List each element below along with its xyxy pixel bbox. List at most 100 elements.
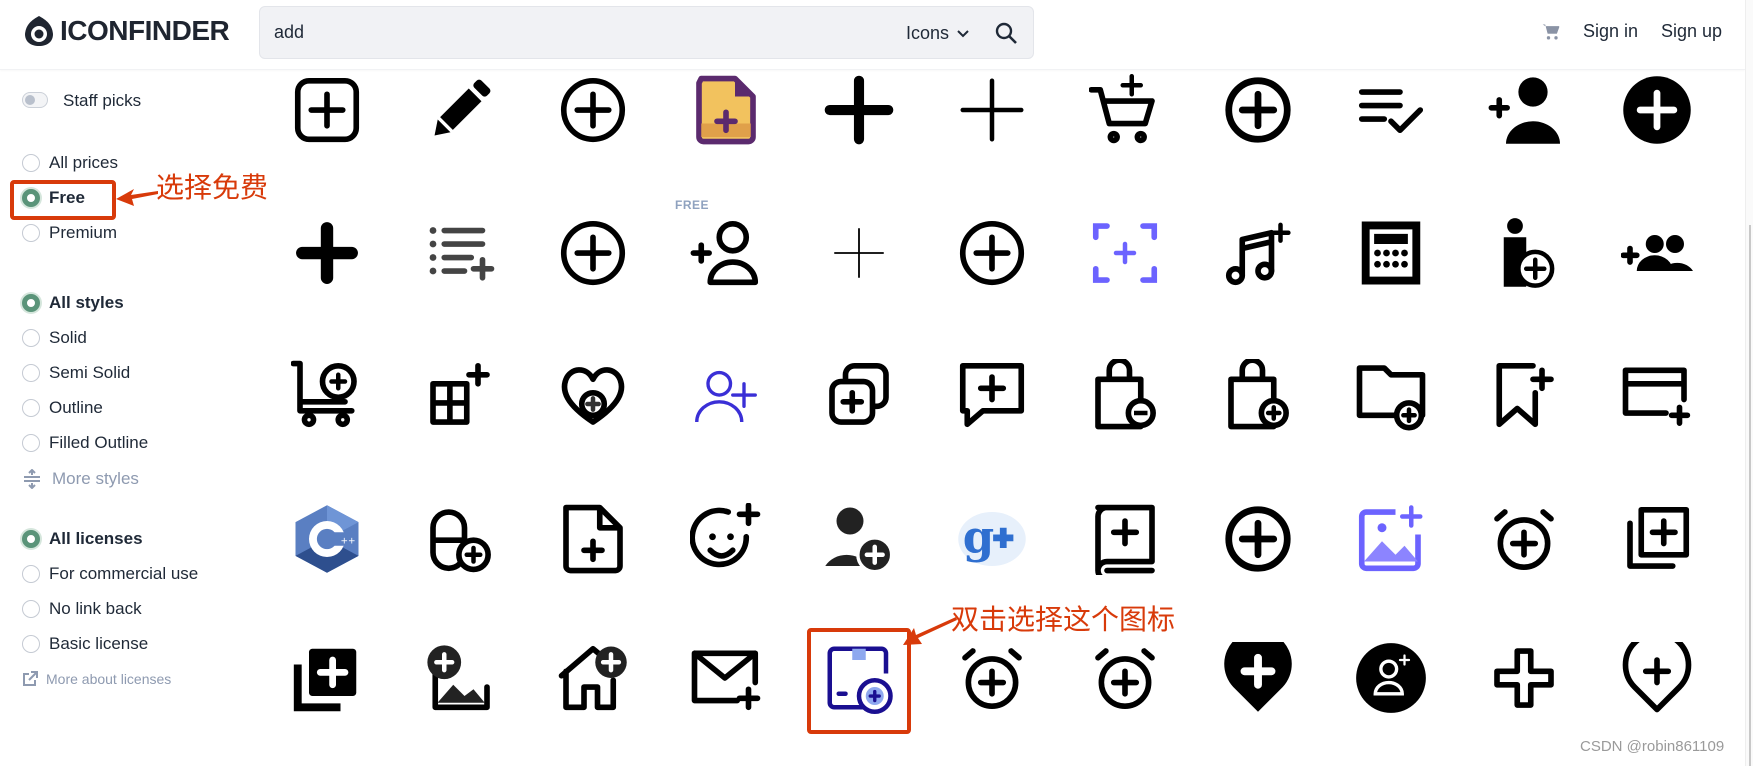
icon-result[interactable] (424, 74, 496, 146)
plus-thin-icon (960, 78, 1024, 142)
icon-result[interactable] (1355, 642, 1427, 714)
icon-result[interactable] (956, 74, 1028, 146)
icon-result[interactable] (823, 74, 895, 146)
icon-result[interactable] (424, 359, 496, 431)
icon-result[interactable] (424, 642, 496, 714)
icon-result[interactable] (823, 217, 895, 289)
filter-option-basic-license[interactable]: Basic license (22, 634, 148, 654)
icon-result[interactable] (1355, 359, 1427, 431)
filter-option-all-licenses[interactable]: All licenses (22, 529, 143, 549)
icon-result[interactable] (956, 642, 1028, 714)
user-plus-blue-icon (695, 370, 757, 423)
icon-result[interactable] (290, 359, 363, 431)
staff-picks-label: Staff picks (63, 91, 142, 110)
icon-result[interactable] (557, 359, 629, 431)
icon-result[interactable] (1621, 359, 1693, 431)
icon-result[interactable] (1488, 642, 1560, 714)
icon-result[interactable] (1620, 217, 1693, 289)
grid-plus-icon (430, 362, 490, 425)
search-input[interactable] (274, 7, 874, 58)
chevron-down-icon (957, 29, 969, 37)
icon-result[interactable] (291, 217, 363, 289)
more-about-licenses-link[interactable]: More about licenses (22, 671, 171, 687)
icon-result[interactable] (1488, 359, 1560, 431)
cart-icon[interactable] (1541, 22, 1561, 42)
filter-option-solid[interactable]: Solid (22, 328, 87, 348)
radio-button[interactable] (22, 294, 40, 312)
radio-button[interactable] (22, 565, 40, 583)
radio-button[interactable] (22, 635, 40, 653)
filter-option-all-styles[interactable]: All styles (22, 293, 124, 313)
icon-result[interactable] (291, 74, 363, 146)
calculator-icon (1361, 221, 1421, 285)
filter-option-all-prices[interactable]: All prices (22, 153, 118, 173)
search-icon[interactable] (994, 21, 1018, 45)
icon-result[interactable] (1621, 74, 1693, 146)
icon-result[interactable] (690, 217, 762, 289)
icon-result[interactable] (956, 217, 1028, 289)
sign-up-link[interactable]: Sign up (1661, 21, 1722, 42)
icon-result[interactable] (690, 642, 762, 714)
icon-result[interactable] (1222, 217, 1294, 289)
sign-in-link[interactable]: Sign in (1583, 21, 1638, 42)
radio-button[interactable] (22, 600, 40, 618)
icon-result[interactable] (1621, 503, 1693, 575)
filter-option-filled-outline[interactable]: Filled Outline (22, 433, 148, 453)
filter-option-label: Basic license (49, 634, 149, 653)
icon-result[interactable] (1089, 642, 1161, 714)
scrollbar-thumb[interactable] (1749, 225, 1751, 766)
icon-result[interactable] (1089, 357, 1161, 431)
icon-result[interactable]: g (956, 503, 1028, 575)
alarm-plus-icon (1494, 509, 1554, 570)
icon-result[interactable] (1222, 357, 1294, 431)
filter-option-premium[interactable]: Premium (22, 223, 117, 243)
user-plus-solid-icon (1488, 77, 1560, 144)
staff-picks-toggle[interactable] (22, 92, 48, 108)
icon-result[interactable] (1488, 217, 1560, 289)
icon-result[interactable] (956, 359, 1028, 431)
icon-result[interactable] (1355, 217, 1427, 289)
icon-result[interactable] (1088, 74, 1161, 146)
icon-result[interactable] (1222, 630, 1294, 714)
icon-result[interactable] (1222, 74, 1294, 146)
filter-option-no-link-back[interactable]: No link back (22, 599, 142, 619)
chat-plus-icon (959, 362, 1025, 428)
filter-option-for-commercial-use[interactable]: For commercial use (22, 564, 198, 584)
icon-result[interactable] (823, 503, 895, 575)
icon-result[interactable] (557, 74, 629, 146)
more-styles-button[interactable]: More styles (22, 469, 139, 489)
icon-result[interactable] (291, 642, 363, 714)
icon-result[interactable] (424, 217, 496, 289)
radio-button[interactable] (22, 224, 40, 242)
icon-result[interactable]: ++ (291, 503, 363, 575)
icon-result[interactable] (1089, 217, 1161, 289)
icon-result[interactable] (557, 217, 629, 289)
icon-result[interactable] (1621, 630, 1693, 714)
person-plus-circle-icon (1503, 218, 1555, 288)
filter-option-outline[interactable]: Outline (22, 398, 103, 418)
radio-button[interactable] (22, 530, 40, 548)
search-type-dropdown[interactable]: Icons (906, 23, 969, 44)
icon-result[interactable] (1089, 503, 1161, 583)
iconfinder-logo[interactable]: ICONFINDER (22, 14, 230, 48)
radio-button[interactable] (22, 434, 40, 452)
icon-result[interactable] (424, 503, 496, 575)
icon-result[interactable] (690, 359, 762, 431)
radio-button[interactable] (22, 399, 40, 417)
file-plus-outline-icon (563, 504, 623, 574)
icon-result[interactable] (823, 359, 895, 431)
icon-result[interactable] (689, 502, 762, 575)
icon-result[interactable] (1355, 503, 1427, 575)
icon-result[interactable] (1355, 74, 1427, 146)
icon-result[interactable] (557, 642, 629, 714)
icon-result[interactable] (690, 74, 762, 146)
radio-button[interactable] (22, 364, 40, 382)
icon-result[interactable] (557, 503, 629, 575)
filter-option-semi-solid[interactable]: Semi Solid (22, 363, 130, 383)
radio-button[interactable] (22, 329, 40, 347)
radio-button[interactable] (22, 154, 40, 172)
icon-result[interactable] (1488, 503, 1560, 575)
icon-result[interactable] (1488, 74, 1560, 146)
scrollbar[interactable] (1745, 0, 1753, 766)
icon-result[interactable] (1222, 503, 1294, 575)
